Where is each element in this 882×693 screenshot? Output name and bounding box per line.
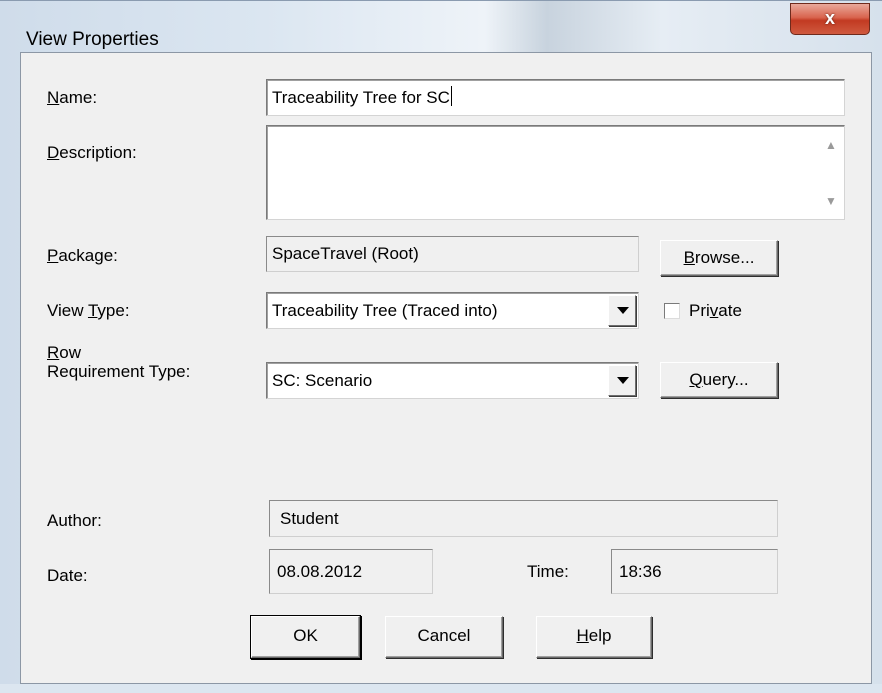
cancel-button[interactable]: Cancel xyxy=(385,616,503,658)
author-field: Student xyxy=(269,500,778,537)
description-label: Description: xyxy=(47,143,137,162)
row-requirement-type-dropdown[interactable]: SC: Scenario xyxy=(266,362,639,399)
package-label: Package: xyxy=(47,246,118,265)
private-label[interactable]: Private xyxy=(689,301,742,321)
time-field: 18:36 xyxy=(611,549,778,594)
browse-button[interactable]: Browse... xyxy=(660,240,778,276)
view-type-label: View Type: xyxy=(47,301,130,320)
name-input-value: Traceability Tree for SC xyxy=(272,88,450,107)
scroll-down-arrow-icon[interactable]: ▼ xyxy=(824,194,838,208)
ok-button[interactable]: OK xyxy=(251,616,360,658)
time-value: 18:36 xyxy=(619,562,662,581)
row-requirement-type-value: SC: Scenario xyxy=(272,371,373,390)
requirement-type-label: Requirement Type: xyxy=(47,362,191,381)
dropdown-arrow-icon[interactable] xyxy=(608,295,636,326)
name-label-text: ame: xyxy=(59,88,98,107)
private-checkbox[interactable] xyxy=(664,303,680,319)
name-label: Name: xyxy=(47,88,98,107)
author-label: Author: xyxy=(47,511,102,530)
window-bottom-border xyxy=(0,684,882,693)
scroll-up-arrow-icon[interactable]: ▲ xyxy=(824,138,838,152)
title-bar[interactable]: View Properties x xyxy=(0,1,882,50)
date-label: Date: xyxy=(47,566,88,585)
row-label: Row xyxy=(47,343,82,362)
help-button[interactable]: Help xyxy=(536,616,652,658)
view-type-dropdown[interactable]: Traceability Tree (Traced into) xyxy=(266,292,639,329)
date-value: 08.08.2012 xyxy=(277,562,363,581)
view-type-value: Traceability Tree (Traced into) xyxy=(272,301,498,320)
dropdown-arrow-icon[interactable] xyxy=(608,365,636,396)
package-value: SpaceTravel (Root) xyxy=(272,244,419,263)
name-input[interactable]: Traceability Tree for SC xyxy=(266,79,845,116)
window-title: View Properties xyxy=(26,29,159,50)
author-value: Student xyxy=(280,509,339,528)
date-field: 08.08.2012 xyxy=(269,549,433,594)
description-textarea[interactable]: ▲ ▼ xyxy=(266,125,845,220)
time-label: Time: xyxy=(527,562,569,581)
query-button[interactable]: Query... xyxy=(660,362,778,398)
text-caret xyxy=(450,86,452,106)
close-icon: x xyxy=(824,8,835,28)
package-field: SpaceTravel (Root) xyxy=(266,236,639,272)
close-button[interactable]: x xyxy=(790,3,870,35)
